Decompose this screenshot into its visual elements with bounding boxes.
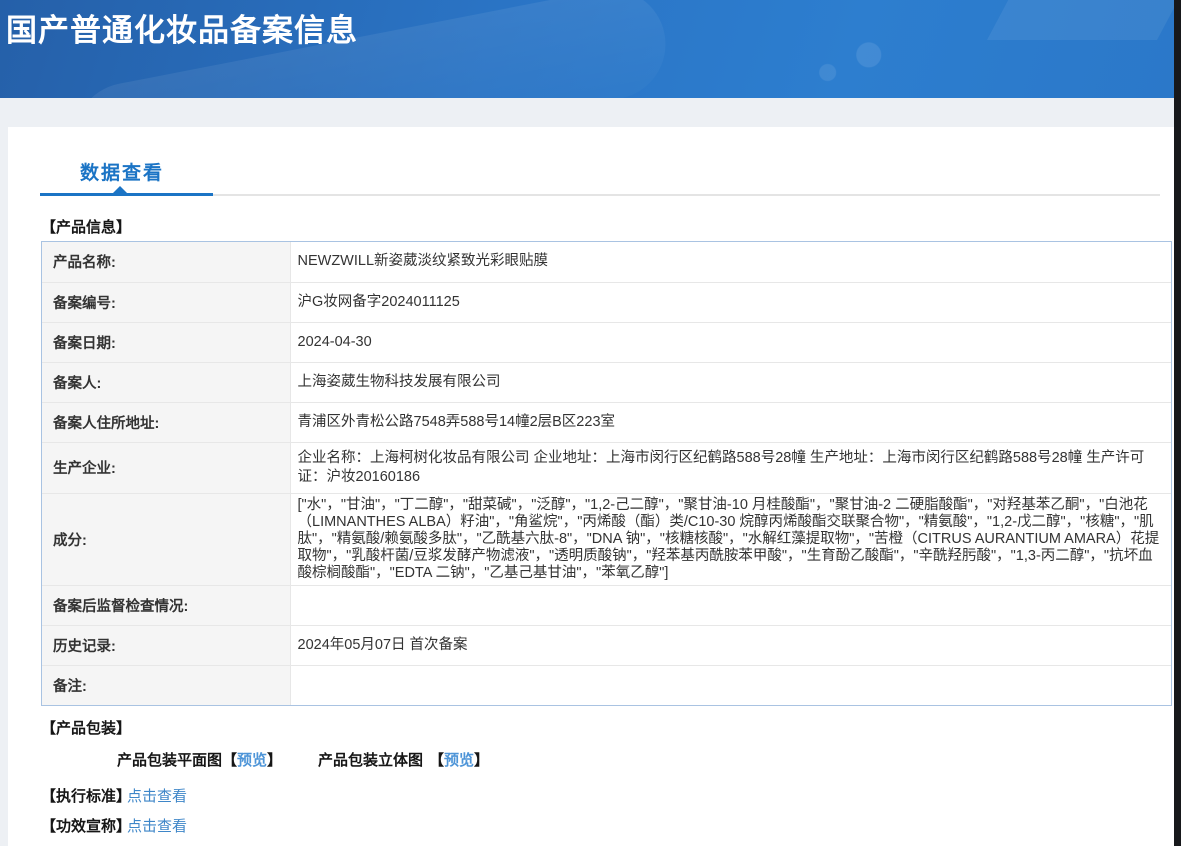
row-label: 备案日期:	[42, 322, 290, 362]
bracket-open: 【	[429, 752, 444, 769]
page-title: 国产普通化妆品备案信息	[6, 5, 358, 50]
row-label: 历史记录:	[42, 625, 290, 665]
row-label: 备案后监督检查情况:	[42, 585, 290, 625]
standard-view-link[interactable]: 点击查看	[127, 785, 187, 806]
content-card: 数据查看 【产品信息】 产品名称: NEWZWILL新姿葳淡纹紧致光彩眼贴膜 备…	[8, 127, 1174, 846]
section-heading-product-info: 【产品信息】	[41, 216, 131, 237]
table-row: 备案人: 上海姿葳生物科技发展有限公司	[42, 362, 1171, 402]
table-row: 历史记录: 2024年05月07日 首次备案	[42, 625, 1171, 665]
preview-flat-link[interactable]: 预览	[237, 752, 267, 769]
scrollbar[interactable]	[1174, 0, 1181, 846]
table-row: 成分: ["水"，"甘油"，"丁二醇"，"甜菜碱"，"泛醇"，"1,2-己二醇"…	[42, 493, 1171, 585]
packaging-flat-label: 产品包装平面图	[117, 752, 222, 769]
table-row: 备注:	[42, 665, 1171, 705]
row-label: 产品名称:	[42, 242, 290, 282]
table-row: 备案编号: 沪G妆网备字2024011125	[42, 282, 1171, 322]
row-label: 备案人住所地址:	[42, 402, 290, 442]
table-row: 生产企业: 企业名称：上海柯树化妆品有限公司 企业地址：上海市闵行区纪鹤路588…	[42, 442, 1171, 493]
row-label: 成分:	[42, 493, 290, 585]
row-value: 沪G妆网备字2024011125	[290, 282, 1171, 322]
row-label: 备注:	[42, 665, 290, 705]
preview-stereo-link[interactable]: 预览	[444, 752, 474, 769]
bracket-close: 】	[267, 752, 282, 769]
packaging-stereo-group: 产品包装立体图【预览】	[318, 749, 489, 770]
tab-data-view[interactable]: 数据查看	[80, 158, 164, 185]
table-row: 产品名称: NEWZWILL新姿葳淡纹紧致光彩眼贴膜	[42, 242, 1171, 282]
row-value: NEWZWILL新姿葳淡纹紧致光彩眼贴膜	[290, 242, 1171, 282]
table-row: 备案人住所地址: 青浦区外青松公路7548弄588号14幢2层B区223室	[42, 402, 1171, 442]
section-heading-efficacy: 【功效宣称】	[41, 815, 131, 836]
product-info-table-wrap: 产品名称: NEWZWILL新姿葳淡纹紧致光彩眼贴膜 备案编号: 沪G妆网备字2…	[41, 241, 1172, 706]
row-value	[290, 585, 1171, 625]
table-row: 备案后监督检查情况:	[42, 585, 1171, 625]
bracket-close: 】	[474, 752, 489, 769]
row-label: 备案编号:	[42, 282, 290, 322]
row-value: 2024-04-30	[290, 322, 1171, 362]
tab-divider	[213, 194, 1160, 196]
row-value: 2024年05月07日 首次备案	[290, 625, 1171, 665]
row-value: ["水"，"甘油"，"丁二醇"，"甜菜碱"，"泛醇"，"1,2-己二醇"，"聚甘…	[290, 493, 1171, 585]
product-info-table: 产品名称: NEWZWILL新姿葳淡纹紧致光彩眼贴膜 备案编号: 沪G妆网备字2…	[42, 242, 1171, 705]
efficacy-view-link[interactable]: 点击查看	[127, 815, 187, 836]
row-value: 企业名称：上海柯树化妆品有限公司 企业地址：上海市闵行区纪鹤路588号28幢 生…	[290, 442, 1171, 493]
row-value: 上海姿葳生物科技发展有限公司	[290, 362, 1171, 402]
packaging-stereo-label: 产品包装立体图	[318, 752, 423, 769]
page-header: 国产普通化妆品备案信息	[0, 0, 1174, 98]
packaging-flat-group: 产品包装平面图【预览】	[117, 749, 282, 770]
bracket-open: 【	[222, 752, 237, 769]
table-row: 备案日期: 2024-04-30	[42, 322, 1171, 362]
section-heading-standard: 【执行标准】	[41, 785, 131, 806]
row-value: 青浦区外青松公路7548弄588号14幢2层B区223室	[290, 402, 1171, 442]
row-label: 生产企业:	[42, 442, 290, 493]
tab-active-indicator	[40, 193, 213, 196]
section-heading-packaging: 【产品包装】	[41, 717, 131, 738]
row-value	[290, 665, 1171, 705]
row-label: 备案人:	[42, 362, 290, 402]
